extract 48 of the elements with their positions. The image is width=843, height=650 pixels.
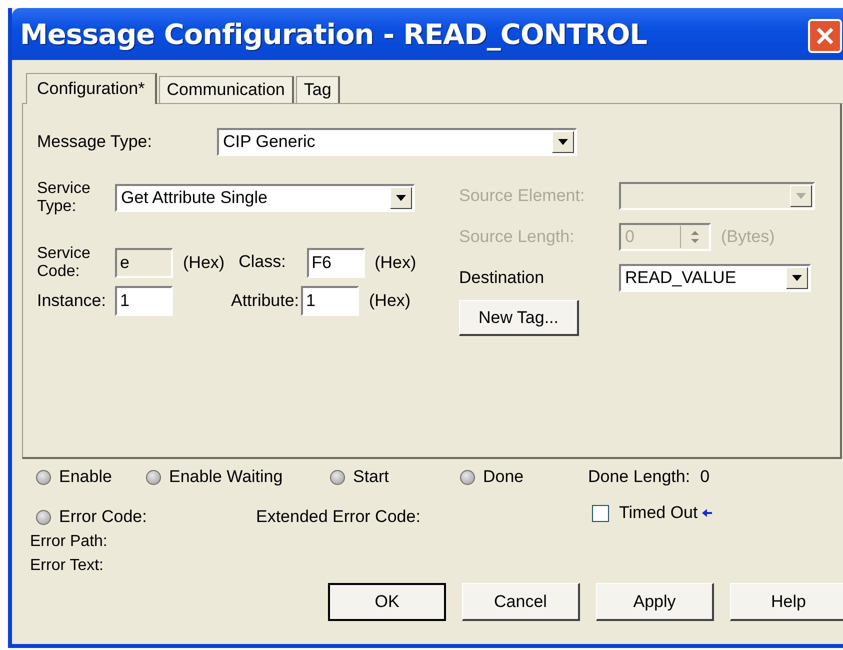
status-label: Enable Waiting [169,467,283,487]
field-label: Service Code: [37,245,92,280]
caret-icon [390,186,412,209]
close-icon [814,25,836,47]
input-field[interactable]: 1 [115,286,173,316]
window-title: Message Configuration - READ_CONTROL [20,18,647,50]
done-length-value: 0 [700,467,710,487]
dropdown[interactable]: READ_VALUE [619,264,811,292]
dialog-button[interactable]: OK [328,583,446,621]
done-length-label: Done Length: [588,467,690,487]
arrow-icon [700,508,713,518]
field-label: Class: [238,253,287,272]
caret-icon [552,131,574,153]
checkbox-label: Timed Out [619,503,698,523]
tab[interactable]: Communication [158,76,294,103]
extended-error-label: Extended Error Code: [256,507,422,527]
field-label: Destination [459,268,546,288]
caret-icon [786,267,808,289]
dialog-button[interactable]: Apply [596,583,714,621]
status-label: Start [353,467,389,487]
tab[interactable]: Tag [296,76,340,103]
dropdown[interactable] [619,182,815,210]
tab[interactable]: Configuration* [26,73,157,104]
close-button[interactable] [808,19,842,53]
input-field[interactable]: F6 [306,248,365,278]
field-label: Message Type: [37,132,153,152]
error-text-label: Error Text: [29,557,104,575]
unit-label: (Hex) [369,291,411,312]
field-label: Attribute: [231,292,300,311]
field-label: Service Type: [37,180,92,216]
status-label: Error Code: [59,507,147,527]
unit-label: (Hex) [374,252,416,273]
input-field[interactable]: 1 [301,286,359,316]
status-label: Enable [59,467,112,487]
unit-label: (Bytes) [721,227,775,247]
dropdown[interactable]: CIP Generic [217,128,577,156]
field-label: Source Length: [459,228,576,246]
caret-icon [790,185,812,207]
unit-label: (Hex) [183,252,225,273]
checkbox[interactable] [592,504,609,522]
dialog-button[interactable]: Help [730,583,843,621]
error-path-label: Error Path: [29,533,108,551]
new-tag-button[interactable]: New Tag... [459,300,579,336]
field-label: Instance: [37,292,107,311]
status-label: Done [483,467,524,487]
dialog-button[interactable]: Cancel [462,583,580,621]
field-label: Source Element: [459,186,586,206]
dropdown[interactable]: Get Attribute Single [115,184,415,212]
